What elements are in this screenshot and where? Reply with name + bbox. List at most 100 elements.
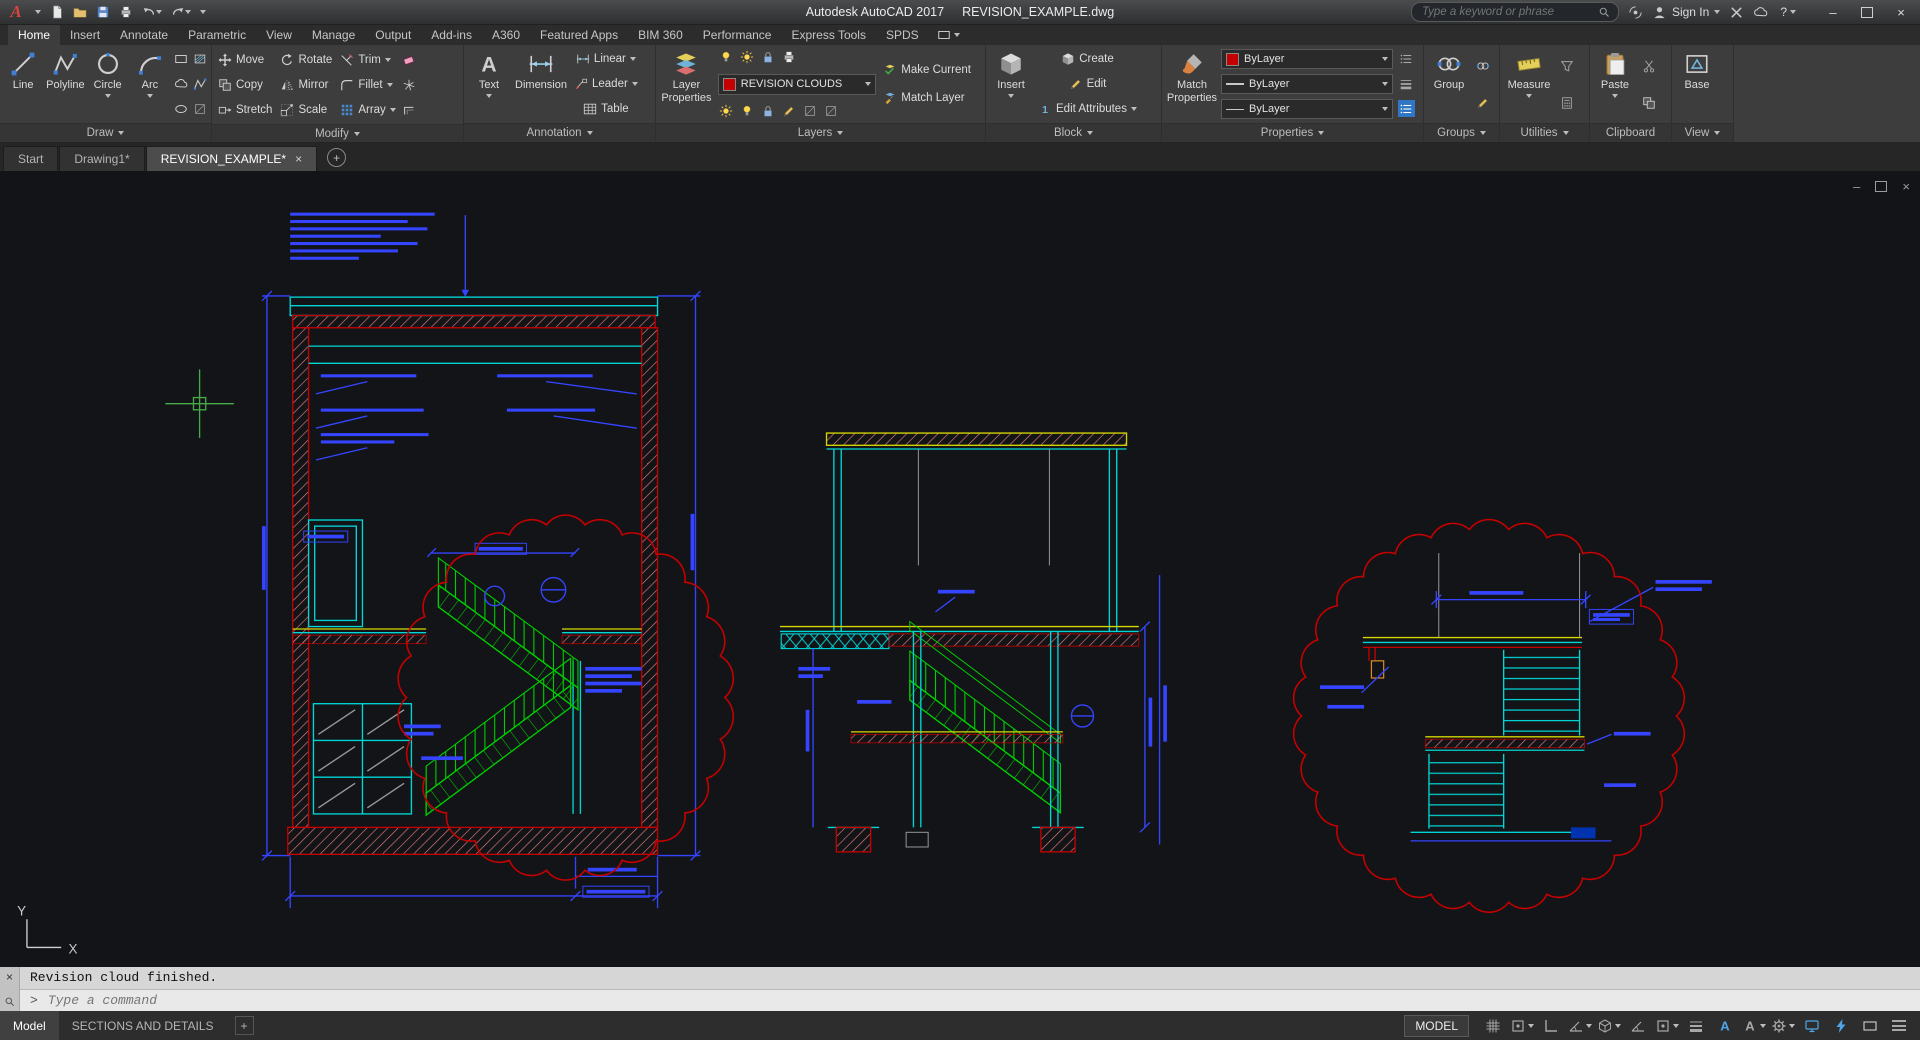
trim-button[interactable]: Trim xyxy=(337,48,398,72)
block-expand-icon[interactable] xyxy=(1087,131,1093,135)
layer-walk-button[interactable] xyxy=(781,103,798,120)
annotation-panel-label[interactable]: Annotation xyxy=(464,123,655,142)
edit-attributes-button[interactable]: Edit Attributes xyxy=(1035,97,1140,121)
annotation-scale-control[interactable] xyxy=(1740,1015,1767,1037)
ellipse-button[interactable] xyxy=(172,101,189,118)
ribbon-tab-performance[interactable]: Performance xyxy=(693,25,782,45)
base-button[interactable]: Base xyxy=(1675,47,1719,121)
layer-dropdown[interactable]: REVISION CLOUDS xyxy=(718,74,876,95)
layout-tab-sections-and-details[interactable]: SECTIONS AND DETAILS xyxy=(59,1011,227,1040)
isometric-drafting-toggle[interactable] xyxy=(1595,1015,1622,1037)
ribbon-tab-parametric[interactable]: Parametric xyxy=(178,25,256,45)
grid-display-toggle[interactable] xyxy=(1479,1015,1506,1037)
object-color-dropdown[interactable]: ByLayer xyxy=(1221,49,1393,69)
layer-freeze-button[interactable] xyxy=(739,49,756,66)
ungroup-button[interactable] xyxy=(1475,57,1492,74)
drawing-viewport[interactable]: Y X xyxy=(0,171,1920,967)
snap-mode-toggle[interactable] xyxy=(1508,1015,1535,1037)
view-expand-icon[interactable] xyxy=(1714,131,1720,135)
ribbon-display-toggle[interactable] xyxy=(937,25,960,45)
circle-button[interactable]: Circle xyxy=(88,47,128,121)
annotation-expand-icon[interactable] xyxy=(587,131,593,135)
rotate-button[interactable]: Rotate xyxy=(277,48,335,72)
ribbon-tab-bim360[interactable]: BIM 360 xyxy=(628,25,693,45)
arc-dropdown-icon[interactable] xyxy=(147,94,153,98)
properties-launcher-button[interactable] xyxy=(1398,100,1415,117)
close-button[interactable]: × xyxy=(1884,0,1918,24)
draw-panel-label[interactable]: Draw xyxy=(0,123,211,142)
revision-cloud-right[interactable] xyxy=(1294,520,1685,913)
redo-button[interactable] xyxy=(168,2,194,22)
layers-panel-label[interactable]: Layers xyxy=(656,123,985,142)
draw-expand-icon[interactable] xyxy=(118,131,124,135)
properties-expand-icon[interactable] xyxy=(1318,131,1324,135)
drawing-restore-button[interactable] xyxy=(1875,181,1887,192)
new-button[interactable] xyxy=(47,2,67,22)
command-search-icon[interactable] xyxy=(4,996,15,1007)
annotation-monitor-toggle[interactable] xyxy=(1798,1015,1825,1037)
maximize-button[interactable] xyxy=(1850,0,1884,24)
undo-button[interactable] xyxy=(139,2,165,22)
linetype-caret[interactable] xyxy=(1382,107,1388,111)
plot-button[interactable] xyxy=(116,2,136,22)
layer-properties-button[interactable]: Layer Properties xyxy=(659,47,714,121)
layer-dropdown-caret[interactable] xyxy=(865,82,871,86)
save-button[interactable] xyxy=(93,2,113,22)
search-input[interactable] xyxy=(1420,5,1592,19)
right-detail-view[interactable] xyxy=(1320,553,1712,841)
lineweight-caret[interactable] xyxy=(1382,82,1388,86)
lineweight-toggle[interactable] xyxy=(1682,1015,1709,1037)
scale-button[interactable]: Scale xyxy=(277,98,335,122)
customization-menu-button[interactable] xyxy=(1885,1015,1912,1037)
command-input[interactable] xyxy=(46,992,1920,1009)
match-layer-button[interactable]: Match Layer xyxy=(880,86,982,110)
leader-button[interactable]: Leader xyxy=(571,72,641,96)
ribbon-tab-spds[interactable]: SPDS xyxy=(876,25,929,45)
model-tab[interactable]: Model xyxy=(0,1011,59,1040)
hatch-button[interactable] xyxy=(191,50,208,67)
ribbon-tab-manage[interactable]: Manage xyxy=(302,25,365,45)
new-layout-button[interactable]: + xyxy=(235,1016,254,1035)
groups-expand-icon[interactable] xyxy=(1480,131,1486,135)
cut-button[interactable] xyxy=(1641,57,1658,74)
array-button[interactable]: Array xyxy=(337,98,398,122)
linetype-dropdown[interactable]: ByLayer xyxy=(1221,99,1393,119)
transparency-button[interactable] xyxy=(1398,75,1415,92)
quick-select-button[interactable] xyxy=(1559,57,1576,74)
revision-cloud-button[interactable] xyxy=(172,75,189,92)
utilities-panel-label[interactable]: Utilities xyxy=(1500,123,1589,142)
stretch-button[interactable]: Stretch xyxy=(215,98,275,122)
ribbon-tab-annotate[interactable]: Annotate xyxy=(110,25,178,45)
minimize-button[interactable]: – xyxy=(1816,0,1850,24)
object-color-caret[interactable] xyxy=(1382,57,1388,61)
offset-button[interactable] xyxy=(401,101,418,118)
ortho-mode-toggle[interactable] xyxy=(1537,1015,1564,1037)
layer-unlock-button[interactable] xyxy=(760,103,777,120)
point-button[interactable] xyxy=(191,101,208,118)
qat-customize-caret[interactable] xyxy=(197,2,209,22)
open-button[interactable] xyxy=(70,2,90,22)
ribbon-tab-output[interactable]: Output xyxy=(365,25,421,45)
erase-button[interactable] xyxy=(401,51,418,68)
layer-isolate-button[interactable] xyxy=(718,103,735,120)
block-panel-label[interactable]: Block xyxy=(986,123,1161,142)
edit-block-button[interactable]: Edit xyxy=(1066,72,1110,96)
ribbon-tab-view[interactable]: View xyxy=(256,25,302,45)
polyline-button[interactable]: Polyline xyxy=(45,47,85,121)
explode-button[interactable] xyxy=(401,76,418,93)
groups-panel-label[interactable]: Groups xyxy=(1424,123,1499,142)
copy-button[interactable]: Copy xyxy=(215,73,275,97)
polar-tracking-toggle[interactable] xyxy=(1566,1015,1593,1037)
quick-calc-button[interactable] xyxy=(1559,94,1576,111)
linear-button[interactable]: Linear xyxy=(573,47,639,71)
exchange-apps-icon[interactable] xyxy=(1729,5,1744,20)
copy-clip-button[interactable] xyxy=(1641,94,1658,111)
general-notes-text[interactable] xyxy=(290,213,469,297)
model-space-toggle[interactable]: MODEL xyxy=(1404,1015,1469,1037)
paste-button[interactable]: Paste xyxy=(1593,47,1637,121)
layer-merge-button[interactable] xyxy=(802,103,819,120)
circle-dropdown-icon[interactable] xyxy=(105,94,111,98)
move-button[interactable]: Move xyxy=(215,48,275,72)
view-panel-label[interactable]: View xyxy=(1672,123,1733,142)
ribbon-tab-express-tools[interactable]: Express Tools xyxy=(781,25,875,45)
